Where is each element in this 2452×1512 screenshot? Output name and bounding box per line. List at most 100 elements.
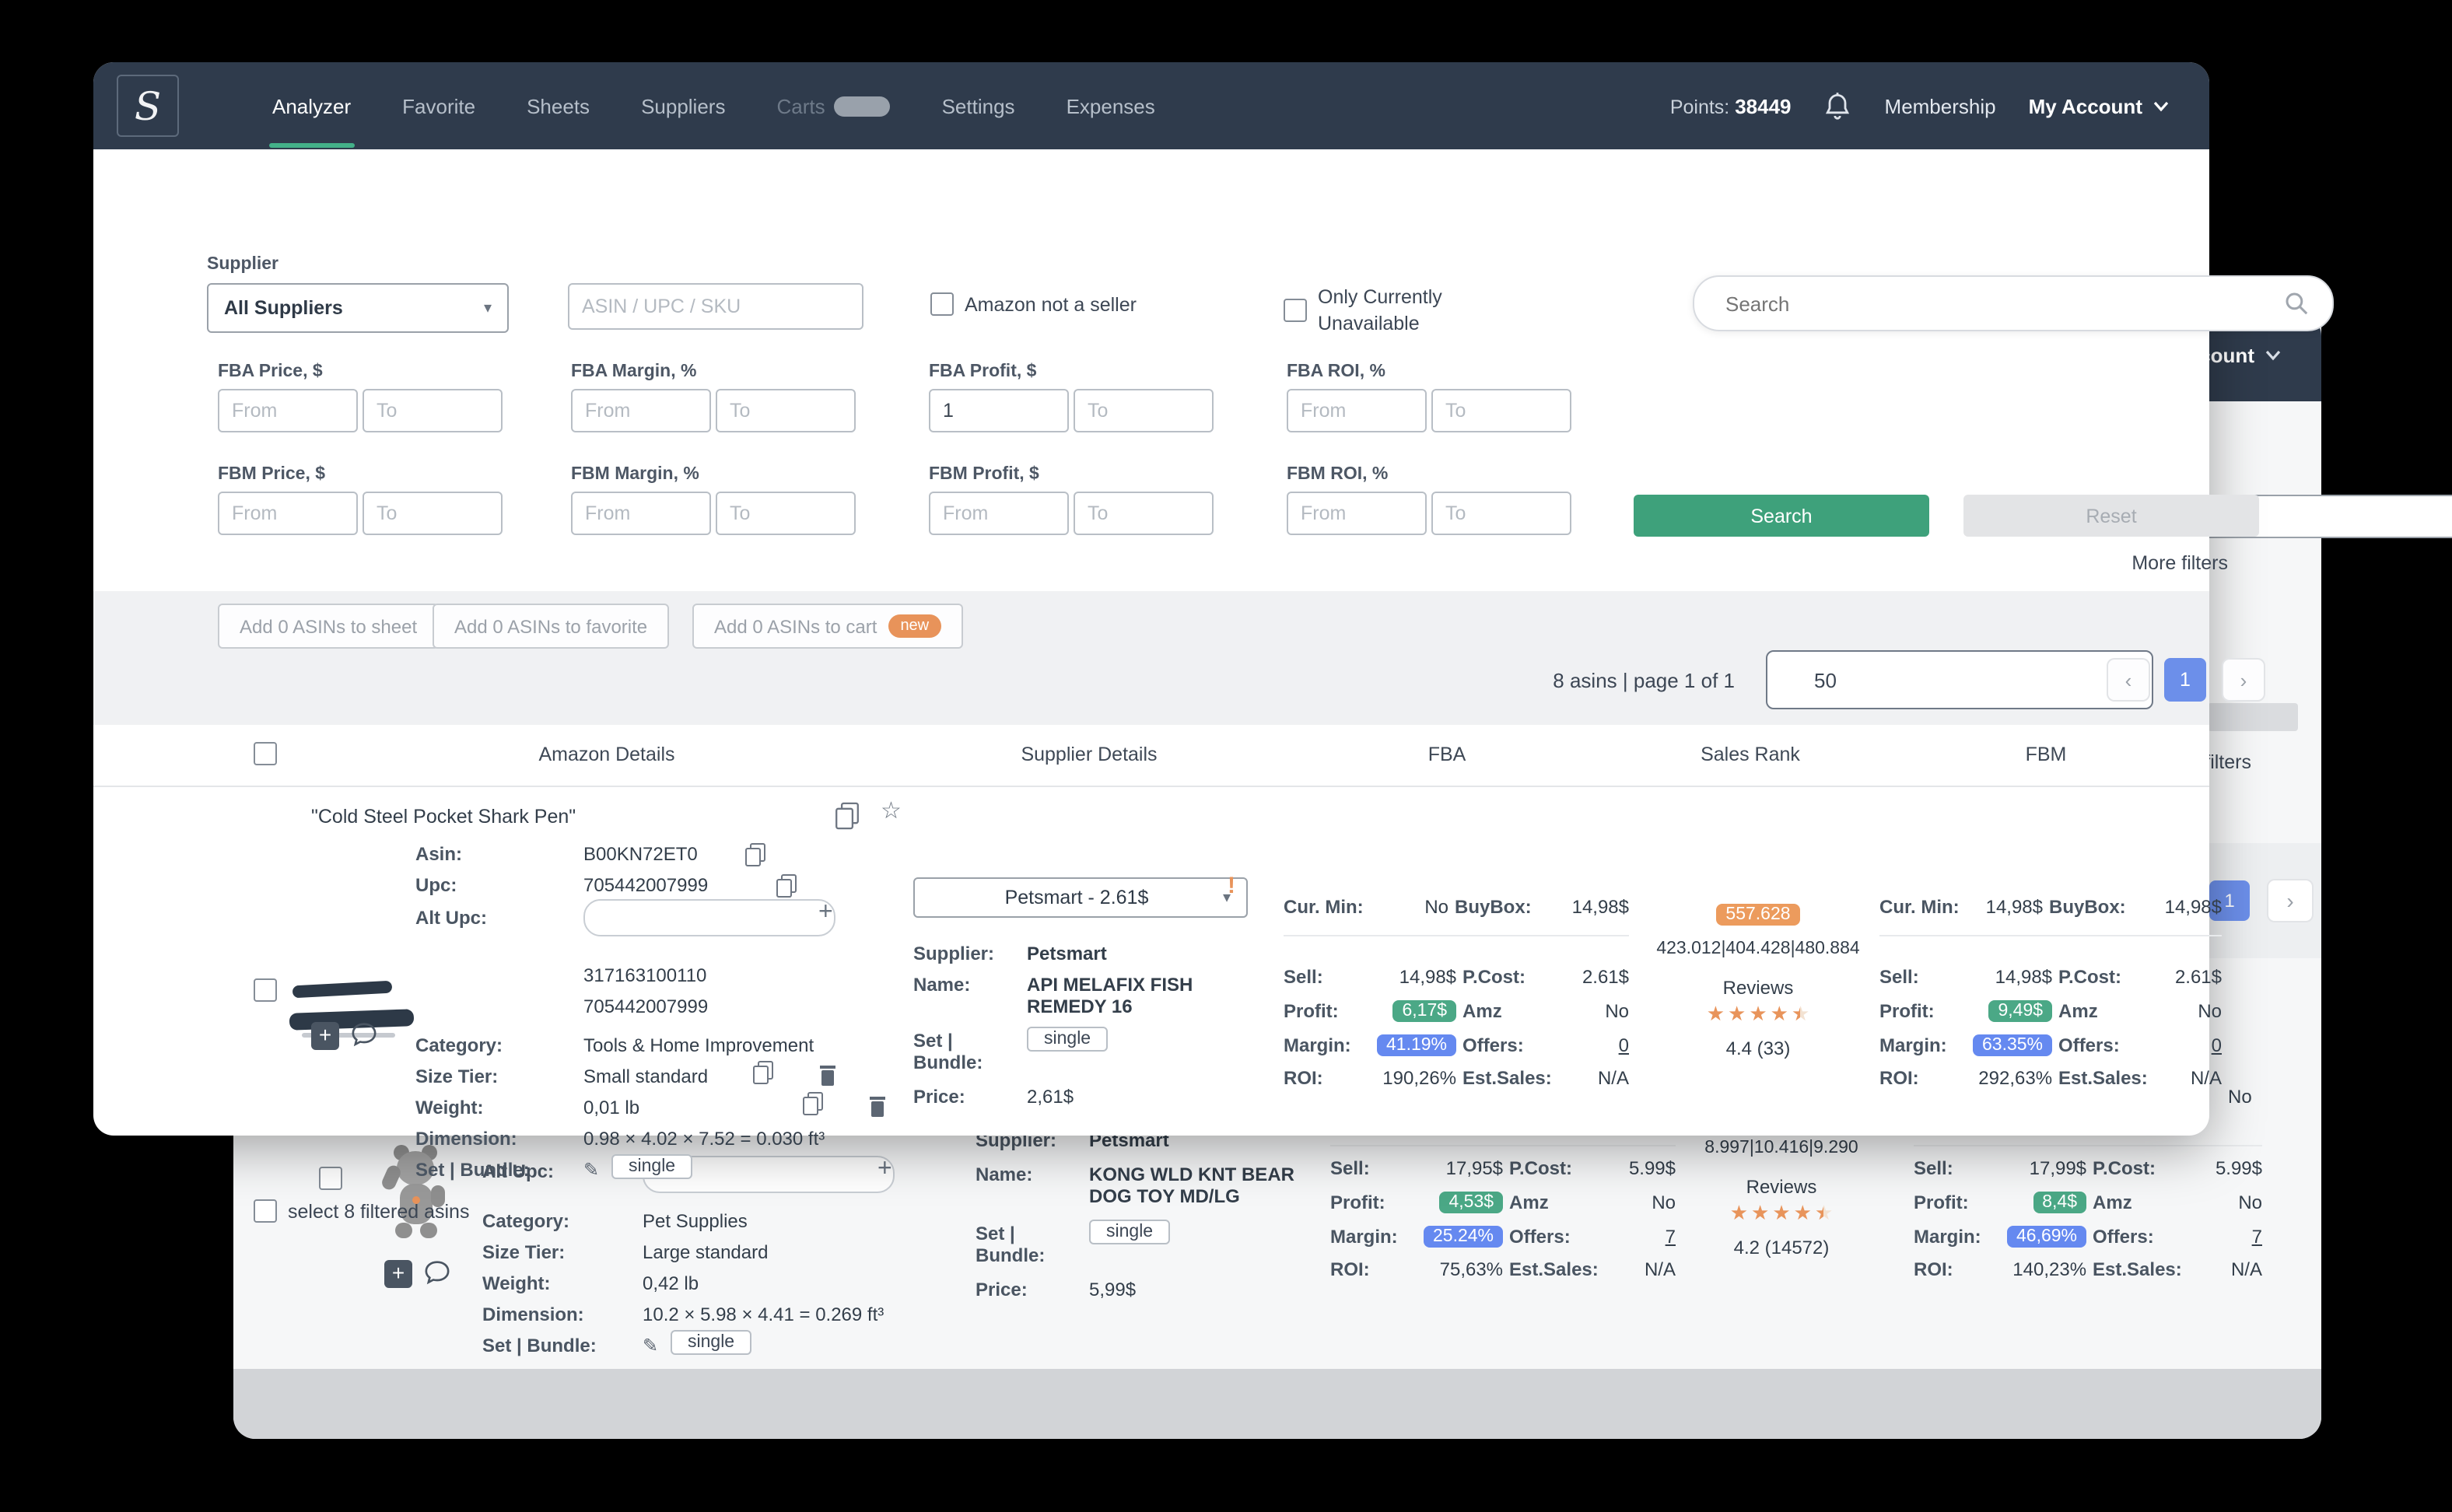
bell-icon[interactable] — [1824, 91, 1852, 121]
nav-item-favorite[interactable]: Favorite — [402, 94, 475, 117]
star-icon: ★ — [1749, 1003, 1767, 1024]
half-star-icon: ★★ — [1792, 1003, 1809, 1024]
my-account-menu[interactable]: My Account — [2029, 94, 2169, 117]
select-all-checkbox[interactable] — [254, 1199, 277, 1223]
fbm-profit-to[interactable] — [1074, 492, 1214, 535]
add-to-sheet-button[interactable]: Add 0 ASINs to sheet — [218, 604, 439, 649]
nav-item-carts[interactable]: Carts — [776, 94, 890, 117]
nav-item-suppliers[interactable]: Suppliers — [641, 94, 725, 117]
half-star-icon: ★★ — [1815, 1202, 1833, 1223]
divider — [1330, 1145, 1676, 1146]
asin-upc-sku-input[interactable] — [568, 283, 863, 330]
copy-icon[interactable] — [835, 803, 859, 830]
search-icon[interactable] — [2284, 291, 2309, 316]
nav-menu: Analyzer Favorite Sheets Suppliers Carts… — [272, 94, 1155, 117]
page-size-select[interactable]: 50▾ — [1766, 650, 2153, 709]
offers-link[interactable]: 0 — [2212, 1034, 2222, 1055]
row1-expand-button[interactable]: + — [311, 1022, 339, 1050]
favorite-star-icon[interactable]: ☆ — [881, 796, 902, 824]
margin-badge: 25.24% — [1424, 1226, 1503, 1248]
edit-icon[interactable]: ✎ — [643, 1335, 658, 1356]
trash-icon[interactable] — [821, 1066, 836, 1086]
fba-profit-from[interactable] — [929, 389, 1069, 432]
fbm-price-to[interactable] — [363, 492, 503, 535]
header-checkbox[interactable] — [254, 742, 277, 765]
comment-icon[interactable] — [422, 1257, 453, 1288]
row1-price-value: 2,61$ — [1027, 1086, 1074, 1108]
comment-icon[interactable] — [349, 1019, 380, 1050]
fba-margin-to[interactable] — [716, 389, 856, 432]
profit-badge: 8,4$ — [2033, 1192, 2086, 1213]
fba-margin-from[interactable] — [571, 389, 711, 432]
row1-product-title: "Cold Steel Pocket Shark Pen" — [311, 806, 576, 828]
row1-checkbox[interactable] — [254, 978, 277, 1002]
row1-add-upc-button[interactable]: + — [818, 899, 833, 927]
rank-history: 423.012|404.428|480.884 — [1626, 940, 1890, 958]
row1-supplier-select[interactable]: Petsmart - 2.61$▾ — [913, 877, 1248, 918]
copy-icon[interactable] — [776, 874, 797, 898]
nav-item-analyzer[interactable]: Analyzer — [272, 94, 351, 117]
supplier-select[interactable]: All Suppliers▾ — [207, 283, 509, 333]
only-unavailable-checkbox[interactable] — [1284, 299, 1307, 322]
row2-price-label: Price: — [976, 1279, 1028, 1300]
row2-category-value: Pet Supplies — [643, 1210, 748, 1232]
row2-dimension-label: Dimension: — [482, 1304, 584, 1325]
row2-checkbox[interactable] — [319, 1167, 342, 1190]
copy-icon[interactable] — [753, 1061, 773, 1084]
supplier-filter-label: Supplier — [207, 255, 278, 274]
fbm-profit-from[interactable] — [929, 492, 1069, 535]
bg-reset-button[interactable] — [2208, 703, 2298, 731]
nav-item-membership[interactable]: Membership — [1885, 94, 1996, 117]
fbm-margin-from[interactable] — [571, 492, 711, 535]
copy-icon[interactable] — [803, 1092, 823, 1115]
fba-profit-label: FBA Profit, $ — [929, 362, 1036, 381]
offers-link[interactable]: 7 — [2252, 1225, 2262, 1247]
bg-next-page-button[interactable]: › — [2268, 880, 2312, 921]
nav-item-settings[interactable]: Settings — [942, 94, 1015, 117]
fba-roi-from[interactable] — [1287, 389, 1427, 432]
fba-price-to[interactable] — [363, 389, 503, 432]
amazon-not-seller-label: Amazon not a seller — [965, 294, 1137, 316]
edit-icon[interactable]: ✎ — [583, 1159, 599, 1181]
page-1-button[interactable]: 1 — [2164, 658, 2206, 702]
fbm-profit-label: FBM Profit, $ — [929, 465, 1039, 484]
navbar: S Analyzer Favorite Sheets Suppliers Car… — [93, 62, 2209, 149]
row1-alt-upc-input[interactable] — [583, 899, 835, 936]
row1-sup-bundle-chip: single — [1027, 1027, 1108, 1052]
fbm-margin-to[interactable] — [716, 492, 856, 535]
row2-sales-rank: 8.997|10.416|9.290 Reviews ★★★★★★ 4.2 (1… — [1641, 1139, 1921, 1258]
amazon-not-seller-checkbox[interactable] — [930, 292, 954, 316]
fba-roi-to[interactable] — [1431, 389, 1571, 432]
row2-add-upc-button[interactable]: + — [877, 1156, 892, 1184]
copy-icon[interactable] — [746, 843, 766, 866]
next-page-button[interactable]: › — [2223, 660, 2264, 700]
fba-profit-to[interactable] — [1074, 389, 1214, 432]
reviews-label: Reviews — [1626, 977, 1890, 999]
row2-weight-label: Weight: — [482, 1272, 551, 1294]
add-to-favorite-button[interactable]: Add 0 ASINs to favorite — [433, 604, 669, 649]
fbm-price-from[interactable] — [218, 492, 358, 535]
search-button[interactable]: Search — [1634, 495, 1929, 537]
points: Points: 38449 — [1670, 94, 1792, 117]
more-filters-link[interactable]: More filters — [2072, 552, 2228, 574]
row2-bundle-chip: single — [671, 1330, 751, 1355]
star-icon: ★ — [1728, 1003, 1746, 1024]
main-window: S Analyzer Favorite Sheets Suppliers Car… — [93, 62, 2209, 1136]
supplier-warning-icon[interactable]: ! — [1228, 873, 1235, 899]
nav-item-expenses[interactable]: Expenses — [1067, 94, 1155, 117]
reset-button[interactable]: Reset — [1963, 495, 2259, 537]
prev-page-button[interactable]: ‹ — [2108, 660, 2149, 700]
fbm-roi-to[interactable] — [1431, 492, 1571, 535]
fba-price-from[interactable] — [218, 389, 358, 432]
row2-category-label: Category: — [482, 1210, 569, 1232]
row1-sup-bundle-label: Set | Bundle: — [913, 1030, 994, 1073]
search-input[interactable] — [1722, 278, 2273, 328]
row1-sku2-value: 705442007999 — [583, 996, 708, 1017]
fbm-roi-from[interactable] — [1287, 492, 1427, 535]
trash-icon[interactable] — [870, 1097, 886, 1117]
nav-item-sheets[interactable]: Sheets — [527, 94, 590, 117]
row1-price-label: Price: — [913, 1086, 965, 1108]
add-to-cart-button[interactable]: Add 0 ASINs to cartnew — [692, 604, 963, 649]
select-all-label: select 8 filtered asins — [288, 1201, 469, 1223]
row2-expand-button[interactable]: + — [384, 1260, 412, 1288]
